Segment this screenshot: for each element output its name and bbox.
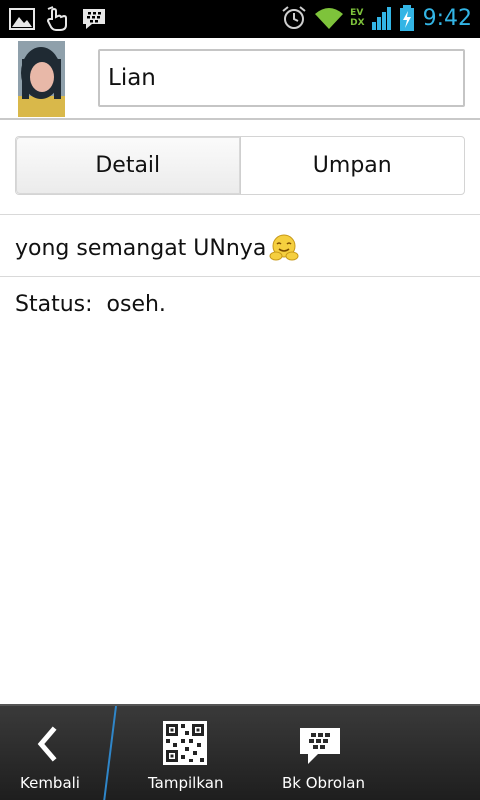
status-bar: EV DX 9:42: [0, 0, 480, 38]
bottom-action-bar: Kembali Tampilkan Bk Obrolan: [0, 704, 480, 800]
signal-icon: [371, 7, 391, 30]
personal-message-text: yong semangat UNnya: [15, 235, 267, 261]
network-label-ev: EV: [350, 8, 364, 18]
segmented-tabs: Detail Umpan: [15, 136, 465, 195]
clock: 9:42: [422, 5, 472, 31]
section-divider: [0, 276, 480, 277]
avatar-photo: [18, 41, 65, 117]
gallery-icon: [9, 8, 35, 30]
hug-emoji-icon: [269, 234, 299, 261]
show-label: Tampilkan: [148, 774, 224, 792]
avatar[interactable]: [18, 41, 65, 117]
status-label: Status:: [15, 292, 93, 317]
bbm-notification-icon: [83, 9, 105, 29]
network-type-labels: EV DX: [350, 8, 364, 28]
header-divider: [0, 118, 480, 120]
tab-detail[interactable]: Detail: [16, 137, 241, 194]
chat-button[interactable]: Bk Obrolan: [265, 706, 375, 800]
status-row: Status: oseh.: [15, 292, 166, 317]
wifi-icon: [315, 8, 344, 29]
bbm-chat-icon: [300, 728, 340, 764]
hand-touch-icon: [46, 6, 67, 31]
bar-divider: [103, 706, 117, 800]
tab-umpan[interactable]: Umpan: [241, 137, 465, 194]
chevron-left-icon: [37, 726, 57, 762]
back-label: Kembali: [20, 774, 80, 792]
battery-charging-icon: [399, 5, 414, 31]
show-barcode-button[interactable]: Tampilkan: [120, 706, 250, 800]
contact-name-field[interactable]: Lian: [98, 49, 465, 107]
back-button[interactable]: Kembali: [0, 706, 100, 800]
alarm-icon: [282, 6, 306, 29]
profile-header: Lian: [0, 38, 480, 120]
network-label-dx: DX: [350, 18, 365, 28]
section-divider: [0, 214, 480, 215]
notification-icons: [8, 5, 108, 33]
status-value: oseh.: [106, 292, 166, 317]
chat-label: Bk Obrolan: [282, 774, 365, 792]
qr-code-icon: [163, 721, 207, 765]
personal-message: yong semangat UNnya: [15, 232, 300, 264]
system-icons: EV DX 9:42: [280, 4, 472, 32]
